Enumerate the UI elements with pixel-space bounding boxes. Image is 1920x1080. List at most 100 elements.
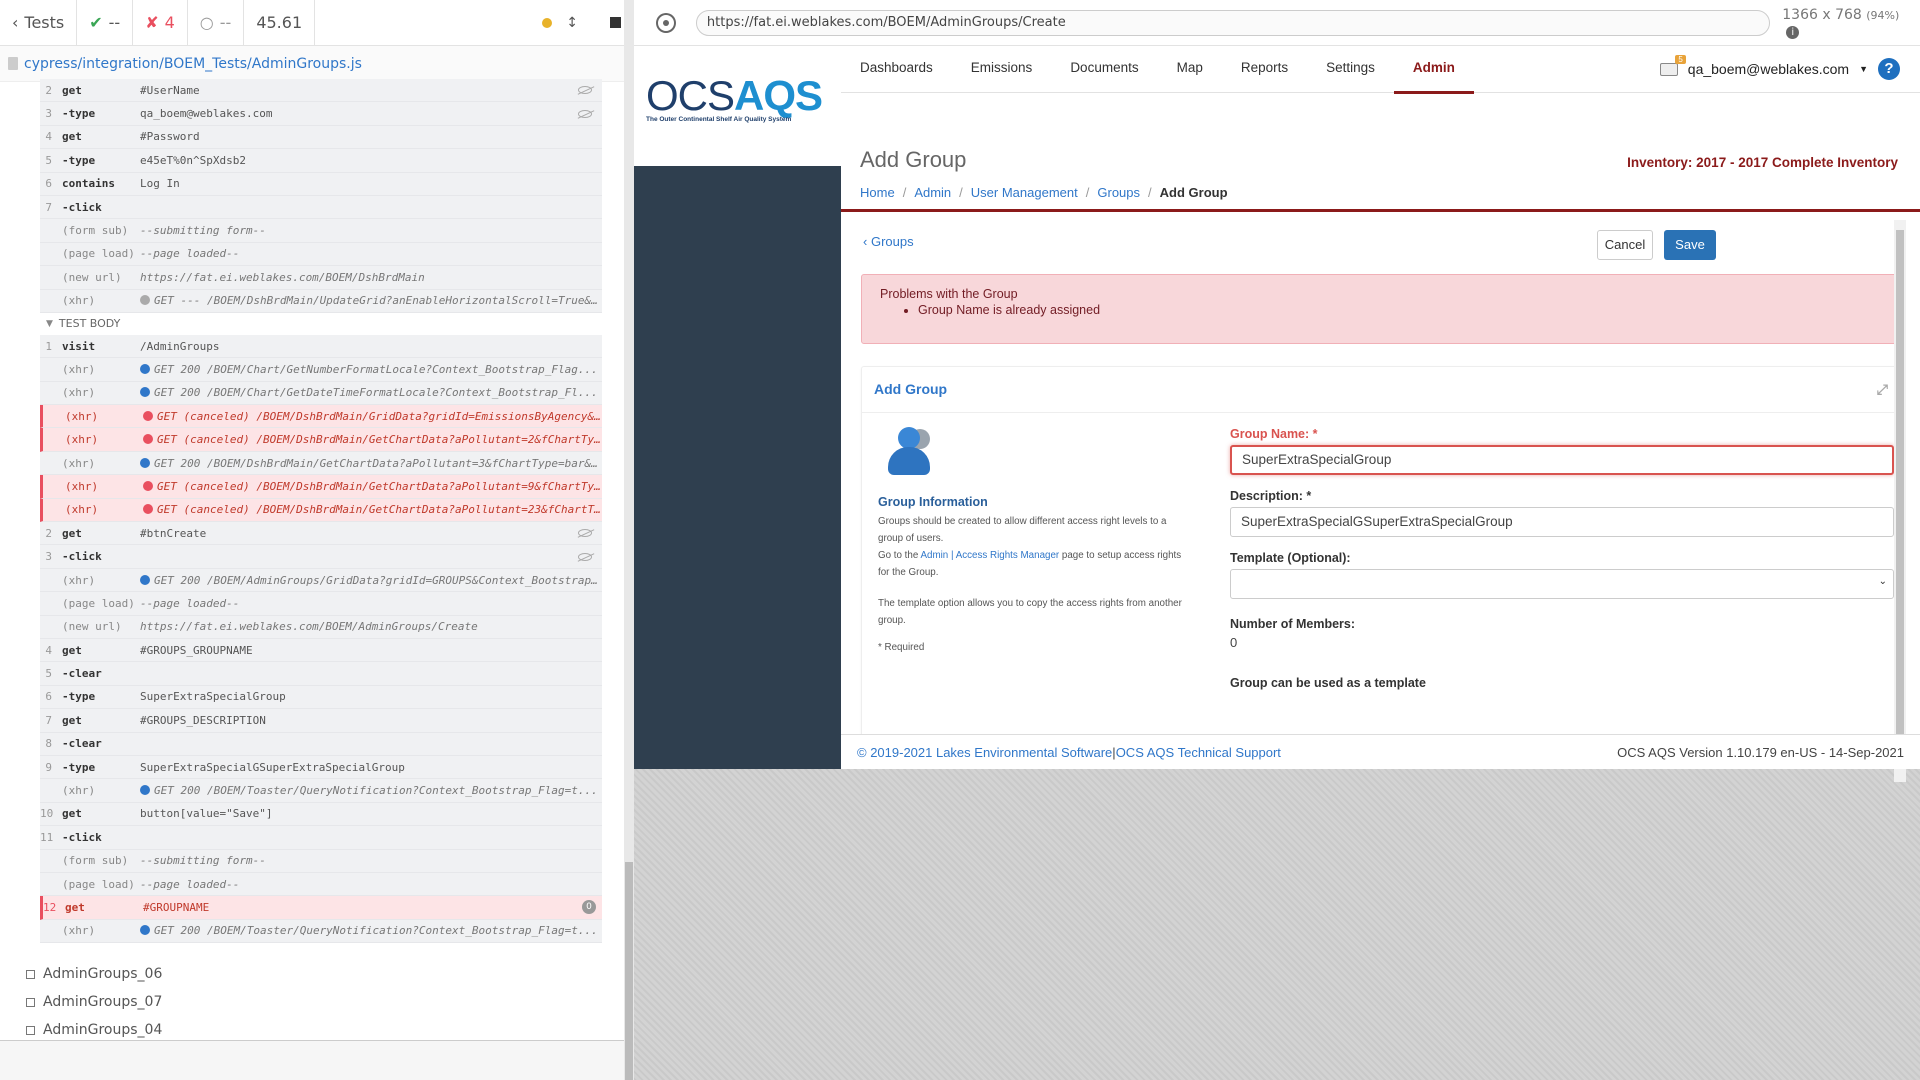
log-row-message: --page loaded-- (140, 247, 602, 260)
breadcrumb: Home / Admin / User Management / Groups / Add Gr… (860, 185, 1228, 200)
log-row[interactable]: 10 get button[value="Save"] (40, 802, 602, 827)
log-row[interactable]: (page load) --page loaded-- (40, 592, 602, 616)
log-row[interactable]: 11 -click (40, 826, 602, 850)
caret-down-icon[interactable]: ▼ (1859, 64, 1868, 74)
log-row-command: (xhr) (65, 409, 99, 423)
info-icon[interactable]: i (1786, 25, 1800, 39)
log-row-command: (page load) (62, 596, 135, 610)
log-row[interactable]: (xhr) GET 200 /BOEM/Toaster/QueryNotifica… (40, 919, 602, 944)
log-row[interactable]: (xhr) GET (canceled) /BOEM/DshBrdMain/Get… (40, 428, 602, 452)
log-row[interactable]: (form sub) --submitting form-- (40, 219, 602, 243)
spec-file-path[interactable]: cypress/integration/BOEM_Tests/AdminGrou… (0, 46, 633, 82)
tests-back-button[interactable]: ‹ Tests (0, 0, 78, 46)
template-select[interactable]: ⌄ (1230, 569, 1894, 599)
runner-scrollbar[interactable] (624, 0, 634, 1080)
alert-title: Problems with the Group (880, 287, 1018, 301)
log-row[interactable]: 5 -type e45eT%0n^SpXdsb2 (40, 149, 602, 173)
scroll-toggle-icon[interactable]: ↕ (566, 15, 578, 31)
nav-item-settings[interactable]: Settings (1307, 46, 1394, 93)
log-row[interactable]: (xhr) GET 200 /BOEM/Chart/GetNumberFormat… (40, 358, 602, 382)
log-row-number: 8 (45, 737, 52, 751)
log-row[interactable]: (xhr) GET (canceled) /BOEM/DshBrdMain/Get… (40, 498, 602, 523)
log-row-number: 3 (45, 107, 52, 121)
test-item[interactable]: AdminGroups_06 (26, 960, 586, 988)
copyright-link[interactable]: © 2019-2021 Lakes Environmental Software (857, 745, 1112, 760)
log-row[interactable]: 3 -type qa_boem@weblakes.com (40, 102, 602, 126)
test-item[interactable]: AdminGroups_07 (26, 988, 586, 1016)
log-row[interactable]: (page load) --page loaded-- (40, 242, 602, 267)
admin-link[interactable]: Admin (920, 550, 948, 561)
group-name-input[interactable]: SuperExtraSpecialGroup (1230, 445, 1894, 475)
log-row-command: get (62, 130, 82, 144)
log-row[interactable]: 6 contains Log In (40, 172, 602, 196)
help-icon[interactable]: ? (1878, 58, 1900, 80)
log-row[interactable]: 3 -click (40, 545, 602, 569)
circle-icon: ○ (199, 13, 214, 32)
breadcrumb-item[interactable]: Admin (914, 185, 951, 200)
nav-item-documents[interactable]: Documents (1051, 46, 1157, 93)
log-row[interactable]: 5 -clear (40, 662, 602, 686)
expand-icon[interactable]: ⤢ (1877, 381, 1888, 398)
test-body-section-header[interactable]: ▼ TEST BODY (40, 312, 602, 335)
log-row[interactable]: (xhr) GET 200 /BOEM/AdminGroups/GridData?… (40, 568, 602, 593)
log-row[interactable]: (xhr) GET 200 /BOEM/DshBrdMain/GetChartDa… (40, 451, 602, 476)
save-button[interactable]: Save (1664, 230, 1716, 260)
log-row-command: (xhr) (65, 433, 99, 447)
log-row[interactable]: (xhr) GET 200 /BOEM/Chart/GetDateTimeForm… (40, 381, 602, 406)
log-row[interactable]: (xhr) GET --- /BOEM/DshBrdMain/UpdateGrid… (40, 289, 602, 313)
log-row-command: -type (62, 760, 96, 774)
back-to-groups-link[interactable]: ‹ Groups (863, 234, 914, 249)
pending-count: ○ -- (188, 0, 245, 46)
group-name-label: Group Name: * (1230, 427, 1318, 441)
cancel-button[interactable]: Cancel (1597, 230, 1653, 260)
mail-icon[interactable]: 5 (1659, 54, 1686, 76)
log-row[interactable]: 7 -click (40, 195, 602, 220)
breadcrumb-item[interactable]: Groups (1097, 185, 1140, 200)
pending-value: -- (219, 13, 232, 32)
viewport-size: 1366 x 768 (1782, 6, 1862, 23)
log-row[interactable]: (form sub) --submitting form-- (40, 849, 602, 873)
log-row[interactable]: 2 get #btnCreate (40, 522, 602, 546)
cypress-runner-panel: ‹ Tests ✔ -- ✘ 4 ○ -- 45.61 ↕ cypress/in… (0, 0, 634, 1080)
log-before-section: 2 get #UserName 3 -type qa_boem@weblakes.com 4… (40, 79, 602, 313)
log-row-message: --submitting form-- (140, 224, 602, 237)
log-row[interactable]: (new url) https://fat.ei.weblakes.com/BOE… (40, 266, 602, 290)
nav-item-dashboards[interactable]: Dashboards (841, 46, 952, 93)
log-row[interactable]: 2 get #UserName (40, 79, 602, 103)
duration-value: 45.61 (256, 13, 303, 32)
log-row[interactable]: 4 get #Password (40, 125, 602, 150)
breadcrumb-item[interactable]: Home (860, 185, 895, 200)
inventory-label[interactable]: Inventory: 2017 - 2017 Complete Inventor… (1627, 155, 1898, 170)
log-row[interactable]: 7 get #GROUPS_DESCRIPTION (40, 709, 602, 733)
log-row[interactable]: 1 visit/AdminGroups (40, 334, 602, 359)
log-row[interactable]: (xhr) GET (canceled) /BOEM/DshBrdMain/Gri… (40, 405, 602, 429)
log-row[interactable]: (xhr) GET (canceled) /BOEM/DshBrdMain/Get… (40, 475, 602, 499)
nav-item-emissions[interactable]: Emissions (952, 46, 1052, 93)
nav-item-reports[interactable]: Reports (1222, 46, 1307, 93)
log-row[interactable]: 6 -type SuperExtraSpecialGroup (40, 685, 602, 710)
technical-support-link[interactable]: OCS AQS Technical Support (1116, 745, 1281, 760)
aut-url[interactable]: https://fat.ei.weblakes.com/BOEM/AdminGr… (695, 9, 1771, 36)
description-input[interactable]: SuperExtraSpecialGSuperExtraSpecialGroup (1230, 507, 1894, 537)
log-row[interactable]: (page load) --page loaded-- (40, 872, 602, 897)
nav-item-admin[interactable]: Admin (1393, 46, 1474, 94)
nav-item-map[interactable]: Map (1158, 46, 1222, 93)
stop-icon[interactable] (610, 17, 621, 28)
checkbox-icon (26, 997, 35, 1007)
breadcrumb-item[interactable]: User Management (971, 185, 1078, 200)
scrollbar-thumb[interactable] (625, 862, 633, 1080)
log-row-message-text: SuperExtraSpecialGSuperExtraSpecialGroup (140, 760, 405, 774)
user-menu[interactable]: qa_boem@weblakes.com (1688, 61, 1849, 77)
access-rights-manager-link[interactable]: Access Rights Manager (956, 550, 1059, 561)
log-row-message-text: --page loaded-- (140, 596, 240, 610)
log-row[interactable]: 4 get #GROUPS_GROUPNAME (40, 638, 602, 663)
log-row[interactable]: (new url) https://fat.ei.weblakes.com/BOE… (40, 615, 602, 639)
log-row[interactable]: (xhr) GET 200 /BOEM/Toaster/QueryNotifica… (40, 779, 602, 803)
log-row[interactable]: 9 -type SuperExtraSpecialGSuperExtraSpecia… (40, 755, 602, 780)
log-row[interactable]: 12 get #GROUPNAME 0 (40, 896, 602, 920)
app-scrollbar-thumb[interactable] (1896, 230, 1904, 760)
log-row[interactable]: 8 -clear (40, 732, 602, 756)
ocs-aqs-logo[interactable]: OCSAQS The Outer Continental Shelf Air Q… (646, 74, 826, 134)
app-scrollbar[interactable] (1894, 220, 1906, 782)
selector-playground-icon[interactable] (656, 12, 676, 33)
